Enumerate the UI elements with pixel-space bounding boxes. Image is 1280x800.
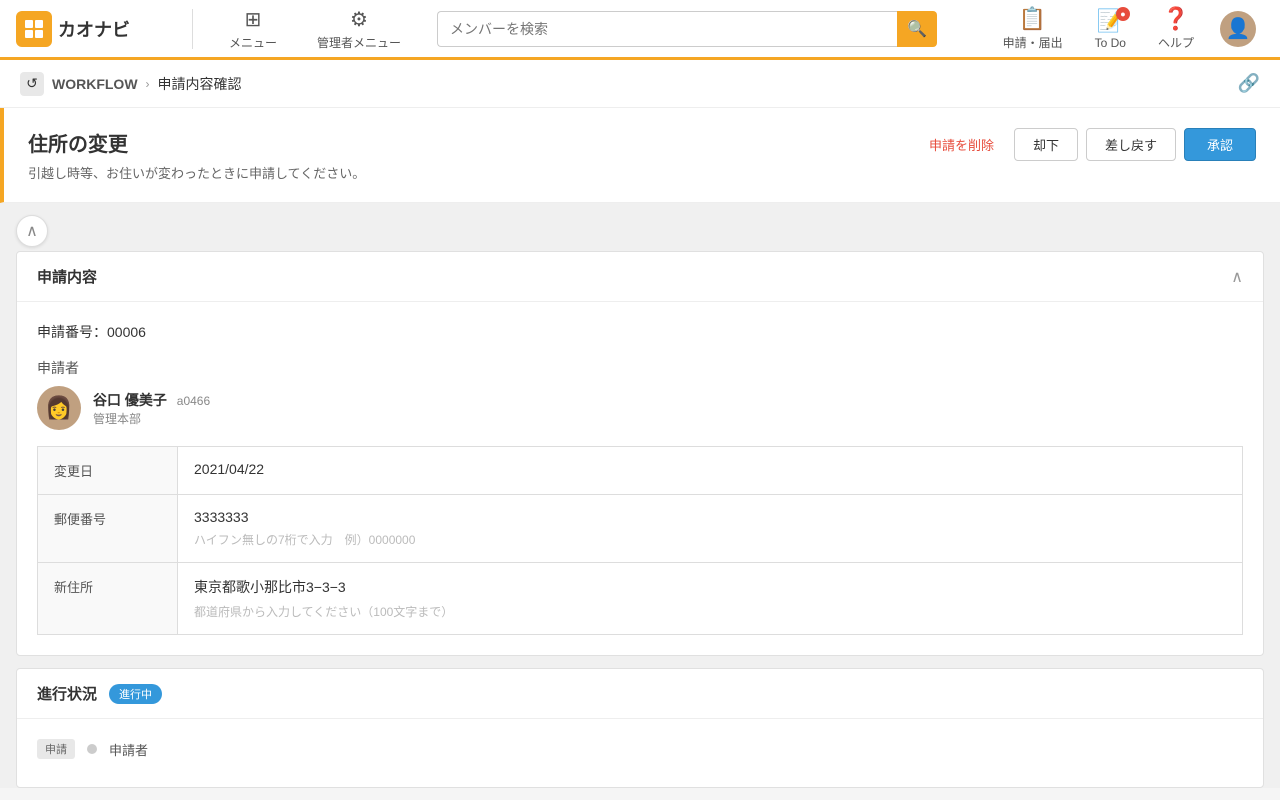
- applicant-name-line: 谷口 優美子 a0466: [93, 390, 210, 410]
- return-button[interactable]: 差し戻す: [1086, 128, 1176, 161]
- chevron-up-icon: ∧: [26, 221, 38, 241]
- search-button[interactable]: 🔍: [897, 11, 937, 47]
- menu-nav-item[interactable]: ⊞ メニュー: [209, 0, 297, 59]
- search-area: 🔍: [437, 11, 937, 47]
- table-cell-label: 新住所: [38, 563, 178, 635]
- admin-menu-nav-item[interactable]: ⚙ 管理者メニュー: [297, 0, 421, 59]
- progress-title: 進行状況: [37, 683, 97, 704]
- breadcrumb-current: 申請内容確認: [158, 74, 242, 94]
- header-divider: [192, 9, 193, 49]
- menu-icon: ⊞: [245, 7, 262, 32]
- reject-button[interactable]: 却下: [1014, 128, 1078, 161]
- table-cell-label: 変更日: [38, 447, 178, 495]
- page-header: 住所の変更 引越し時等、お住いが変わったときに申請してください。 申請を削除 却…: [0, 108, 1280, 203]
- request-number-row: 申請番号：00006: [37, 322, 1243, 342]
- progress-body: 申請 申請者: [17, 719, 1263, 787]
- search-input[interactable]: [437, 11, 897, 47]
- page-title-area: 住所の変更 引越し時等、お住いが変わったときに申請してください。: [28, 128, 365, 182]
- page-subtitle: 引越し時等、お住いが変わったときに申請してください。: [28, 163, 365, 182]
- main-content: 住所の変更 引越し時等、お住いが変わったときに申請してください。 申請を削除 却…: [0, 108, 1280, 788]
- todo-label: To Do: [1095, 36, 1126, 50]
- app-header: カオナビ ⊞ メニュー ⚙ 管理者メニュー 🔍 📋 申請・届出 📝 ● To D…: [0, 0, 1280, 60]
- section-body: 申請番号：00006 申請者 👩 谷口 優美子 a0466 管: [17, 302, 1263, 655]
- workflow-icon: ↺: [20, 72, 44, 96]
- applicant-dept: 管理本部: [93, 410, 210, 427]
- applicant-avatar: 👩: [37, 386, 81, 430]
- scroll-top-button[interactable]: ∧: [16, 215, 48, 247]
- logo-icon: [16, 11, 52, 47]
- applicant-details: 谷口 優美子 a0466 管理本部: [93, 390, 210, 427]
- page-title: 住所の変更: [28, 128, 365, 157]
- applications-icon: 📋: [1019, 6, 1046, 32]
- header-right: 📋 申請・届出 📝 ● To Do ❓ ヘルプ 👤: [989, 0, 1264, 59]
- request-number-label: 申請番号：: [37, 324, 107, 340]
- table-row: 郵便番号3333333ハイフン無しの7桁で入力 例）0000000: [38, 495, 1243, 563]
- status-badge: 進行中: [109, 684, 162, 704]
- section-title: 申請内容: [37, 266, 97, 287]
- applicant-avatar-icon: 👩: [45, 395, 72, 421]
- progress-section: 進行状況 進行中 申請 申請者: [16, 668, 1264, 788]
- gear-icon: ⚙: [350, 7, 368, 32]
- todo-badge: ●: [1116, 7, 1130, 21]
- avatar[interactable]: 👤: [1220, 11, 1256, 47]
- approve-button[interactable]: 承認: [1184, 128, 1256, 161]
- applicant-id: a0466: [177, 394, 210, 408]
- step-row: 申請 申請者: [37, 739, 1243, 759]
- help-icon: ❓: [1162, 6, 1189, 32]
- page-actions: 申請を削除 却下 差し戻す 承認: [917, 128, 1256, 161]
- applications-action[interactable]: 📋 申請・届出: [989, 0, 1077, 59]
- logo-text: カオナビ: [58, 16, 130, 42]
- applicant-label: 申請者: [37, 358, 1243, 378]
- table-cell-value: 3333333ハイフン無しの7桁で入力 例）0000000: [178, 495, 1243, 563]
- table-row: 変更日2021/04/22: [38, 447, 1243, 495]
- step-dot: [87, 744, 97, 754]
- menu-label: メニュー: [229, 34, 277, 51]
- table-cell-label: 郵便番号: [38, 495, 178, 563]
- request-number-value: 00006: [107, 324, 146, 340]
- applicant-name: 谷口 優美子: [93, 392, 167, 408]
- logo-area: カオナビ: [16, 11, 176, 47]
- link-icon[interactable]: 🔗: [1238, 73, 1260, 94]
- detail-table: 変更日2021/04/22郵便番号3333333ハイフン無しの7桁で入力 例）0…: [37, 446, 1243, 635]
- todo-action[interactable]: 📝 ● To Do: [1081, 0, 1140, 59]
- step-name: 申請者: [109, 740, 148, 759]
- search-icon: 🔍: [907, 19, 927, 39]
- applicant-info-row: 👩 谷口 優美子 a0466 管理本部: [37, 386, 1243, 430]
- application-section: 申請内容 ∧ 申請番号：00006 申請者 👩 谷口 優美子: [16, 251, 1264, 656]
- header-nav: ⊞ メニュー ⚙ 管理者メニュー: [209, 0, 421, 59]
- table-cell-hint: ハイフン無しの7桁で入力 例）0000000: [194, 531, 1226, 548]
- progress-header: 進行状況 進行中: [17, 669, 1263, 719]
- section-toggle-icon: ∧: [1231, 267, 1243, 287]
- section-header[interactable]: 申請内容 ∧: [17, 252, 1263, 302]
- step-badge: 申請: [37, 739, 75, 759]
- admin-menu-label: 管理者メニュー: [317, 34, 401, 51]
- applications-label: 申請・届出: [1003, 34, 1063, 51]
- breadcrumb-separator: ›: [146, 77, 150, 91]
- help-label: ヘルプ: [1158, 34, 1194, 51]
- help-action[interactable]: ❓ ヘルプ: [1144, 0, 1208, 59]
- delete-button[interactable]: 申請を削除: [917, 129, 1006, 160]
- table-cell-value: 2021/04/22: [178, 447, 1243, 495]
- breadcrumb-bar: ↺ WORKFLOW › 申請内容確認 🔗: [0, 60, 1280, 108]
- breadcrumb-section: WORKFLOW: [52, 76, 138, 92]
- table-cell-hint: 都道府県から入力してください（100文字まで）: [194, 603, 1226, 620]
- table-cell-value: 東京都歌小那比市3−3−3都道府県から入力してください（100文字まで）: [178, 563, 1243, 635]
- table-row: 新住所東京都歌小那比市3−3−3都道府県から入力してください（100文字まで）: [38, 563, 1243, 635]
- avatar-icon: 👤: [1226, 16, 1251, 41]
- applicant-row-container: 申請者 👩 谷口 優美子 a0466 管理本部: [37, 358, 1243, 430]
